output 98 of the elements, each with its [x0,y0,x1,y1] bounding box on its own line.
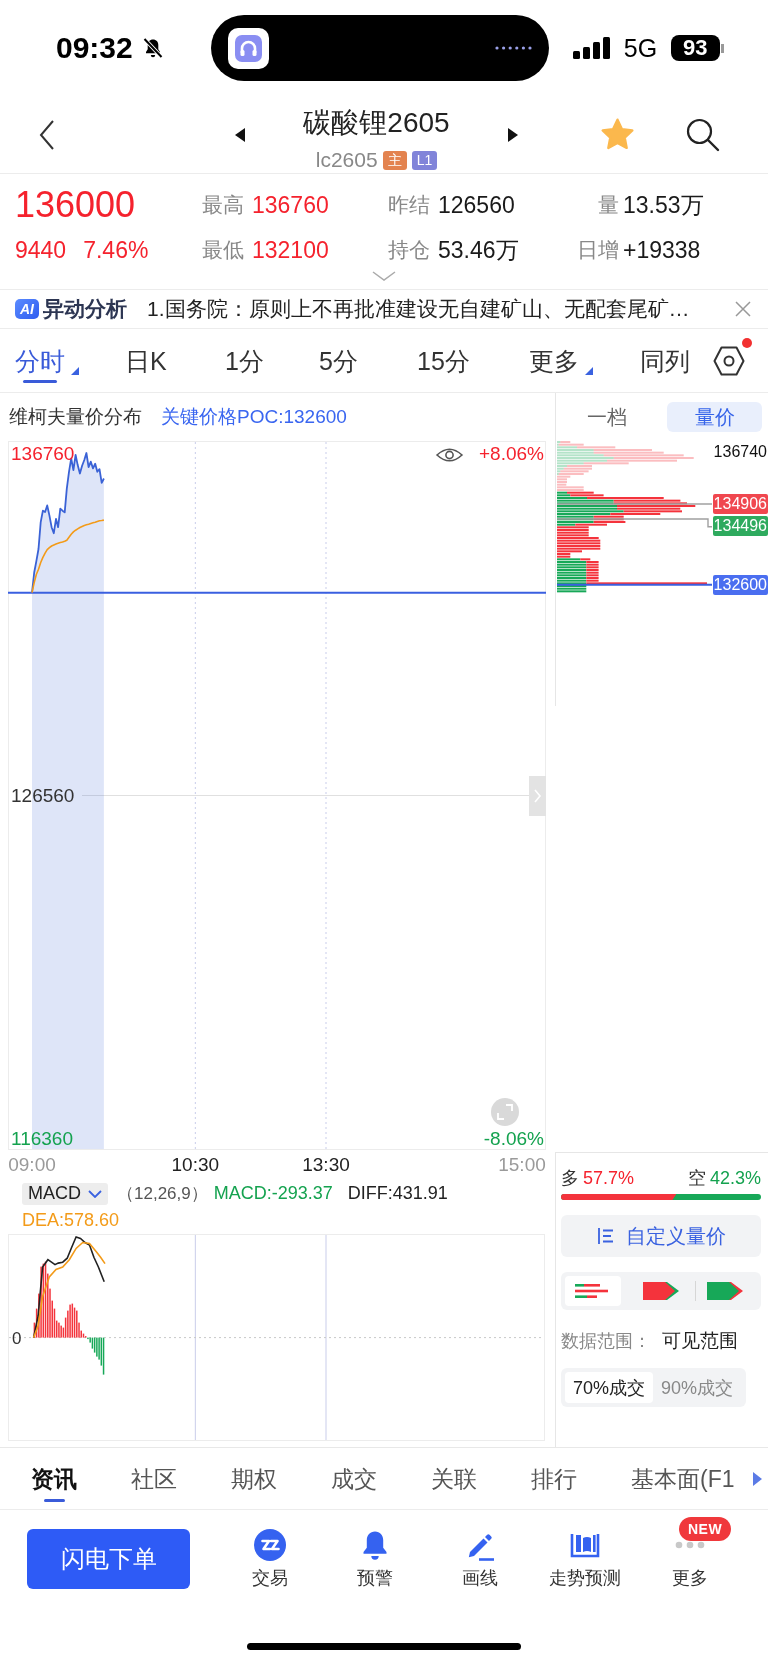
price-change: 9440 [15,236,67,264]
time-axis-label: 09:00 [8,1154,56,1176]
price-axis-label: 136760 [11,442,75,464]
stat-label: 持仓 [388,237,430,263]
stat-label: 最低 [202,237,244,263]
period-tab[interactable]: 更多 [529,329,593,383]
battery-indicator: 93 [671,35,724,61]
price-label: 136740 [712,442,768,462]
signal-icon [572,37,611,59]
stat-value: 126560 [438,191,515,219]
side-panel-tab[interactable]: 一档 [559,402,654,432]
bottom-tab[interactable]: 资讯 [31,1448,77,1502]
chart-title: 维柯夫量价分布 [9,405,142,429]
arrow-flag-icon [707,1282,743,1300]
toolbar-button[interactable]: 交易 [217,1510,322,1590]
side-handle[interactable] [529,776,546,816]
stat-label: 昨结 [388,192,430,218]
stat-value: +19338 [623,236,701,264]
period-tab[interactable]: 1分 [225,329,264,383]
display-mode-option[interactable] [565,1276,621,1306]
bottom-tab[interactable]: 期权 [231,1448,277,1502]
status-time: 09:32 [56,30,133,66]
price-tag: 134906 [712,494,768,514]
stat-value: 13.53万 [623,191,704,219]
stat-value: 132100 [252,236,329,264]
search-icon[interactable] [685,117,720,152]
contract-code: lc2605 [315,149,378,171]
change-percent: 7.46% [83,236,149,264]
toolbar-button[interactable]: 画线 [427,1510,532,1590]
toolbar-button[interactable]: 走势预测 [532,1510,637,1590]
indicator-params: （12,26,9） [117,1183,208,1205]
percent-axis-label: -8.06% [483,1127,544,1149]
macd-value: MACD:-293.37 [213,1183,333,1204]
period-tab[interactable]: 15分 [417,329,470,383]
range-value[interactable]: 可见范围 [662,1328,738,1354]
stat-label: 最高 [202,192,244,218]
headphones-app-icon[interactable] [227,27,269,69]
custom-profile-button[interactable]: 自定义量价 [561,1215,761,1257]
range-label: 数据范围： [561,1330,651,1353]
audio-dots-icon [494,46,532,50]
volume-option[interactable]: 70%成交 [565,1372,653,1403]
short-label: 空 [687,1167,706,1190]
chevron-down-icon[interactable] [372,271,396,281]
period-tab[interactable]: 分时 [15,329,79,383]
z-disc-icon [253,1529,286,1561]
new-badge: NEW [679,1517,732,1541]
more-dots-icon [674,1541,705,1549]
left-triangle-icon[interactable] [235,128,245,142]
eye-icon[interactable] [436,448,463,462]
contract-title: 碳酸锂2605 [303,106,450,140]
arrow-flag-icon [643,1282,679,1300]
stat-value: 136760 [252,191,329,219]
diff-value: DIFF:431.91 [347,1183,448,1204]
stat-label: 量 [598,192,619,218]
price-tag: 134496 [712,516,768,536]
alert-title: 异动分析 [43,296,127,322]
quick-order-button[interactable]: 闪电下单 [27,1529,190,1589]
price-axis-label: 116360 [11,1127,73,1149]
period-tab[interactable]: 5分 [319,329,358,383]
side-panel-tab[interactable]: 量价 [667,402,762,432]
bottom-tab[interactable]: 社区 [131,1448,177,1502]
time-axis-label: 15:00 [498,1154,546,1176]
zero-label: 0 [12,1328,22,1348]
indicator-dropdown[interactable]: MACD [22,1182,108,1205]
close-icon[interactable] [735,301,751,317]
bar-rows-icon [575,1283,611,1299]
contract-tag: 主 [382,150,407,170]
star-icon[interactable] [600,117,635,152]
settings-icon[interactable] [713,346,745,376]
dea-value: DEA:578.60 [22,1210,120,1231]
price-tag: 132600 [712,575,768,595]
bottom-tab[interactable]: 基本面(F1 [631,1448,735,1502]
long-percent: 57.7% [583,1167,635,1189]
alert-text[interactable]: 1.国务院：原则上不再批准建设无自建矿山、无配套尾矿… [147,295,690,323]
bottom-tab[interactable]: 关联 [431,1448,477,1502]
toolbar-button[interactable]: NEW 更多 [637,1510,742,1590]
short-percent: 42.3% [709,1167,761,1189]
bottom-tab[interactable]: 排行 [531,1448,577,1502]
back-icon[interactable] [38,119,56,151]
right-triangle-icon[interactable] [508,128,518,142]
poc-price-label: 关键价格POC:132600 [161,405,347,429]
stat-label: 日增 [577,237,619,263]
chevron-down-icon [88,1189,102,1198]
toolbar-button[interactable]: 预警 [322,1510,427,1590]
last-price: 136000 [15,183,136,227]
percent-axis-label: +8.06% [479,442,544,464]
ai-badge: AI [15,299,39,319]
list-icon [596,1226,616,1246]
period-tab[interactable]: 同列 [640,329,690,383]
bottom-tab[interactable]: 成交 [331,1448,377,1502]
time-axis-label: 13:30 [302,1154,350,1176]
price-axis-label: 126560 [11,785,75,806]
time-axis-label: 10:30 [171,1154,220,1176]
period-tab[interactable]: 日K [125,329,167,383]
stat-value: 53.46万 [438,236,519,264]
contract-tag: L1 [411,150,438,170]
long-label: 多 [561,1167,579,1190]
network-type: 5G [623,33,658,63]
